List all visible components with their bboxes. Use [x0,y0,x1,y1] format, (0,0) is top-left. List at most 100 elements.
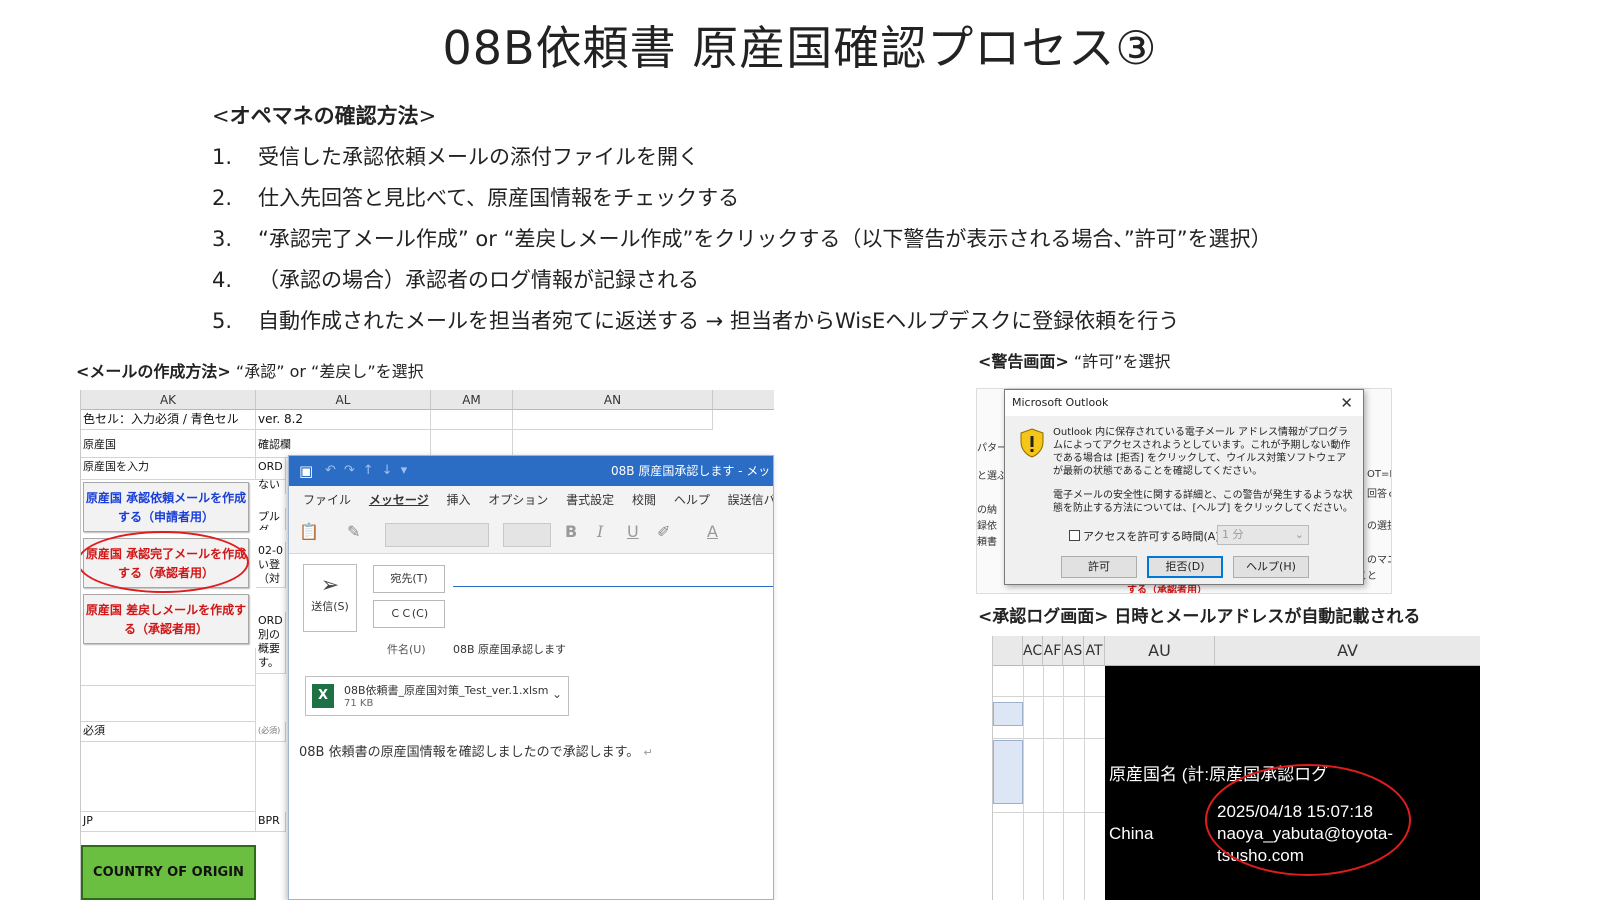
chevron-down-icon[interactable]: ⌄ [552,687,562,701]
sheet-cell[interactable]: 色セル：入力必須 / 青色セル [81,410,256,430]
log-caption-bold: <承認ログ画面> 日時とメールアドレスが自動記載される [978,607,1421,627]
bg-text: OT=D [1367,469,1391,480]
grid-line [1023,666,1024,900]
col-header[interactable]: AT [1084,636,1105,666]
mail-caption-bold: <メールの作成方法> [76,362,231,381]
tab-review[interactable]: 校閲 [632,486,656,514]
send-button[interactable]: ➢ 送信(S) [303,564,357,632]
sheet-cell[interactable]: ver. 8.2 [256,410,431,430]
checkbox-label: アクセスを許可する時間(A): [1083,530,1224,543]
duration-select[interactable]: 1 分 ⌄ [1217,525,1309,545]
col-header[interactable]: AM [431,390,513,410]
sheet-cell[interactable] [81,742,256,812]
italic-icon[interactable]: I [597,522,603,541]
excel-file-icon: X [312,684,334,708]
sheet-cell[interactable]: す。 [256,654,286,674]
allow-button[interactable]: 許可 [1061,556,1137,578]
col-header[interactable] [993,636,1023,666]
bg-text: 録依 [977,521,997,532]
sheet-cell[interactable]: ない [256,476,286,494]
quick-access-icons[interactable]: ↶↷↑↓▾ [325,456,415,486]
sheet-cell[interactable] [431,430,513,458]
underline-icon[interactable]: U [627,522,639,541]
reject-mail-button[interactable]: 原産国 差戻しメールを作成する（承認者用） [83,594,249,644]
attachment-chip[interactable]: X 08B依頼書_原産国対策_Test_ver.1.xlsm 71 KB ⌄ [305,676,569,716]
sheet-cell[interactable] [431,410,513,430]
col-header[interactable]: AF [1043,636,1063,666]
step-number: 1. [212,145,233,169]
request-approval-mail-button[interactable]: 原産国 承認依頼メールを作成する（申請者用） [83,482,249,532]
ribbon-toolbar: 📋 ✎ B I U ✐ A [289,514,773,554]
bg-text: パター [977,443,1007,454]
sheet-cell[interactable] [513,410,713,430]
step-item: 2. 仕入先回答と見比べて、原産国情報をチェックする [212,178,1272,219]
sheet-cell[interactable]: (必須) [256,722,286,742]
tab-format[interactable]: 書式設定 [566,486,614,514]
step-number: 3. [212,227,233,251]
to-field-underline[interactable] [453,586,773,587]
col-header[interactable]: AU [1105,636,1215,666]
checkbox-box[interactable] [1069,530,1080,541]
subject-field[interactable]: 08B 原産国承認します [453,641,566,657]
format-painter-icon[interactable]: ✎ [347,522,360,541]
font-color-icon[interactable]: A [707,522,718,541]
font-size-select[interactable] [503,523,551,547]
help-button[interactable]: ヘルプ(H) [1233,556,1309,578]
paste-icon[interactable]: 📋 [299,522,319,541]
sheet-cell[interactable]: BPR [256,812,286,832]
col-header[interactable]: AL [256,390,431,410]
step-text: “承認完了メール作成” or “差戻しメール作成”をクリックする（以下警告が表示… [258,227,1272,251]
heading-bracket-close: > [418,104,437,128]
col-header[interactable]: AS [1063,636,1084,666]
grid-line [1043,666,1044,900]
sheet-cell-blue[interactable] [993,702,1023,726]
deny-button[interactable]: 拒否(D) [1147,556,1223,578]
col-header-blank[interactable] [713,390,774,410]
step-text: 仕入先回答と見比べて、原産国情報をチェックする [258,186,740,210]
sheet-cell[interactable]: JP [81,812,256,832]
page-title: 08B依頼書 原産国確認プロセス③ [442,21,1158,75]
tab-options[interactable]: オプション [488,486,548,514]
col-header[interactable]: AV [1215,636,1480,666]
sheet-cell[interactable]: 原産国 [81,430,256,458]
tab-insert[interactable]: 挿入 [446,486,470,514]
tab-message[interactable]: メッセージ [369,486,429,514]
ribbon-tabs: ファイル メッセージ 挿入 オプション 書式設定 校閲 ヘルプ 誤送信バ [289,486,773,514]
to-button[interactable]: 宛先(T) [373,565,445,593]
bold-icon[interactable]: B [565,522,577,541]
sheet-cell[interactable]: 確認欄 [256,430,431,458]
col-header[interactable]: AC [1023,636,1043,666]
sheet-cell[interactable]: （対 [256,570,286,588]
highlight-icon[interactable]: ✐ [657,522,670,541]
tab-help[interactable]: ヘルプ [674,486,710,514]
warning-caption-bold: <警告画面> [978,352,1069,371]
dialog-message-2: 電子メールの安全性に関する詳細と、この警告が発生するような状態を防止する方法につ… [1053,490,1353,514]
dialog-message: Outlook 内に保存されている電子メール アドレス情報がプログラムによってア… [1053,426,1355,515]
sheet-cell-blue[interactable] [993,740,1023,804]
bg-text: 回答ｏ [1367,489,1391,500]
sheet-cell[interactable]: プルダ [256,508,286,530]
sheet-cell[interactable]: 必須 [81,722,256,742]
highlight-circle [1205,764,1411,876]
step-item: 5. 自動作成されたメールを担当者宛てに返送する → 担当者からWisEヘルプデス… [212,301,1272,342]
col-header[interactable]: AN [513,390,713,410]
dialog-titlebar: Microsoft Outlook ✕ [1005,390,1363,416]
tab-missend[interactable]: 誤送信バ [728,486,773,514]
tab-file[interactable]: ファイル [303,486,351,514]
col-header[interactable]: AK [81,390,256,410]
message-body[interactable]: 08B 依頼書の原産国情報を確認しましたので承認します。 ↵ [299,741,653,760]
send-label: 送信(S) [311,600,349,613]
sheet-cell[interactable]: 原産国を入力 [81,458,256,480]
step-text: 自動作成されたメールを担当者宛てに返送する → 担当者からWisEヘルプデスクに… [258,309,1180,333]
font-name-select[interactable] [385,523,489,547]
country-of-origin-cell[interactable]: COUNTRY OF ORIGIN [81,845,256,900]
step-item: 3. “承認完了メール作成” or “差戻しメール作成”をクリックする（以下警告が… [212,219,1272,260]
highlight-circle [81,531,249,593]
close-icon[interactable]: ✕ [1340,390,1353,416]
save-icon[interactable]: ▣ [299,456,313,486]
allow-access-checkbox[interactable]: アクセスを許可する時間(A): [1069,528,1223,544]
sheet-cell[interactable] [81,686,256,722]
cc-button[interactable]: ＣＣ(C) [373,600,445,628]
sheet-cell[interactable] [81,648,256,686]
body-text: 08B 依頼書の原産国情報を確認しましたので承認します。 [299,745,640,760]
